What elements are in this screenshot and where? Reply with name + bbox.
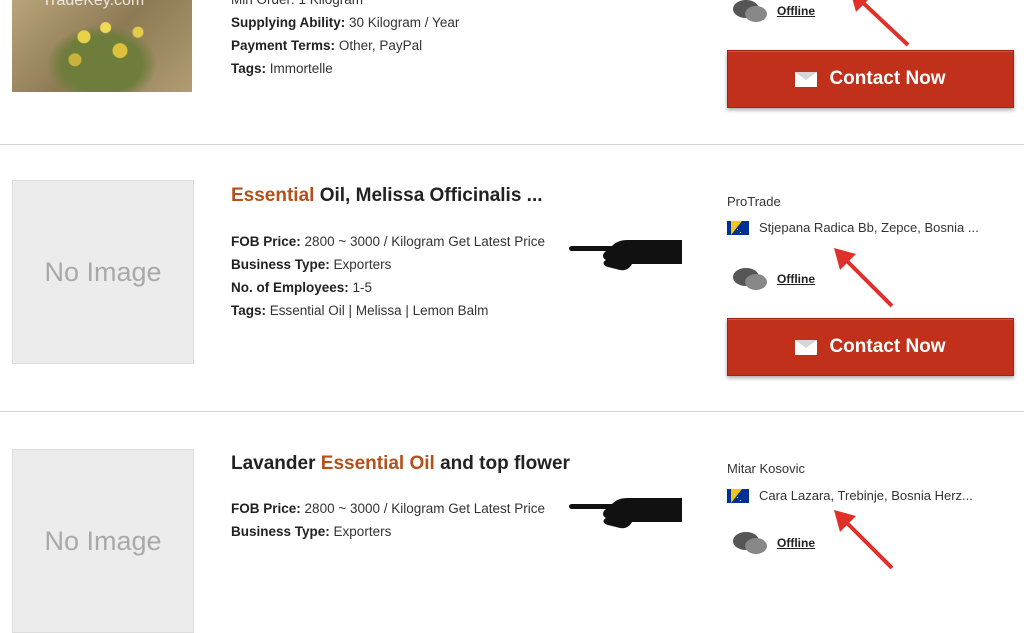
no-image-placeholder[interactable]: No Image: [12, 180, 194, 364]
no-image-placeholder[interactable]: No Image: [12, 449, 194, 633]
supplier-name[interactable]: ProTrade: [727, 194, 781, 209]
red-arrow-icon: [834, 510, 894, 570]
chat-bubbles-icon: [733, 0, 771, 24]
tags-value[interactable]: Immortelle: [270, 61, 333, 76]
chat-bubbles-icon: [733, 266, 771, 292]
pointing-hand-icon: [569, 240, 682, 271]
fob-value[interactable]: 2800 ~ 3000 / Kilogram Get Latest Price: [305, 234, 546, 249]
payment-value: Other, PayPal: [338, 38, 423, 53]
title-rest: Oil, Melissa Officinalis ...: [314, 185, 543, 206]
business-label: Business Type:: [231, 257, 330, 272]
title-post: and top flower: [434, 453, 570, 474]
status-label[interactable]: Offline: [777, 536, 815, 550]
contact-label: Contact Now: [829, 336, 946, 357]
business-value: Exporters: [333, 524, 392, 539]
title-pre: Lavander: [231, 453, 321, 474]
business-type-row: Business Type: Exporters: [231, 520, 545, 543]
pointing-hand-icon: [569, 498, 682, 529]
supplier-status[interactable]: Offline: [733, 0, 815, 24]
listing-divider: [0, 411, 1024, 412]
supplier-location: Cara Lazara, Trebinje, Bosnia Herz...: [727, 488, 973, 503]
title-highlight: Essential Oil: [320, 453, 435, 474]
envelope-icon: [795, 71, 818, 87]
contact-now-button[interactable]: Contact Now: [727, 318, 1014, 376]
supplier-status[interactable]: Offline: [733, 266, 815, 292]
employees-value: 1-5: [352, 280, 373, 295]
product-title[interactable]: Essential Oil, Melissa Officinalis ...: [231, 185, 543, 207]
business-value: Exporters: [333, 257, 392, 272]
supplier-location: Stjepana Radica Bb, Zepce, Bosnia ...: [727, 220, 979, 235]
red-arrow-icon: [852, 0, 910, 47]
tags-value[interactable]: Essential Oil | Melissa | Lemon Balm: [270, 303, 489, 318]
location-text: Stjepana Radica Bb, Zepce, Bosnia ...: [759, 220, 979, 235]
envelope-icon: [795, 339, 818, 355]
min-order-row: Min Order: 1 Kilogram: [231, 0, 459, 11]
bosnia-flag-icon: [727, 220, 749, 235]
image-watermark: TradeKey.com: [42, 0, 145, 9]
business-type-row: Business Type: Exporters: [231, 253, 545, 276]
product-meta: FOB Price: 2800 ~ 3000 / Kilogram Get La…: [231, 230, 545, 322]
product-title[interactable]: Lavander Essential Oil and top flower: [231, 453, 570, 475]
tags-row: Tags: Immortelle: [231, 57, 459, 80]
tags-row: Tags: Essential Oil | Melissa | Lemon Ba…: [231, 299, 545, 322]
payment-terms-row: Payment Terms: Other, PayPal: [231, 34, 459, 57]
fob-price-row: FOB Price: 2800 ~ 3000 / Kilogram Get La…: [231, 230, 545, 253]
product-image[interactable]: TradeKey.com: [12, 0, 192, 92]
listing-divider: [0, 144, 1024, 145]
tags-label: Tags:: [231, 303, 267, 318]
fob-label: FOB Price:: [231, 501, 301, 516]
business-label: Business Type:: [231, 524, 330, 539]
status-label[interactable]: Offline: [777, 4, 815, 18]
bosnia-flag-icon: [727, 488, 749, 503]
fob-price-row: FOB Price: 2800 ~ 3000 / Kilogram Get La…: [231, 497, 545, 520]
supplier-name[interactable]: Mitar Kosovic: [727, 461, 805, 476]
payment-label: Payment Terms:: [231, 38, 336, 53]
fob-value[interactable]: 2800 ~ 3000 / Kilogram Get Latest Price: [305, 501, 546, 516]
location-text: Cara Lazara, Trebinje, Bosnia Herz...: [759, 488, 973, 503]
supply-ability-row: Supplying Ability: 30 Kilogram / Year: [231, 11, 459, 34]
red-arrow-icon: [834, 248, 894, 308]
title-highlight: Essential: [231, 185, 315, 206]
supply-label: Supplying Ability:: [231, 15, 346, 30]
status-label[interactable]: Offline: [777, 272, 815, 286]
contact-now-button[interactable]: Contact Now: [727, 50, 1014, 108]
supplier-status[interactable]: Offline: [733, 530, 815, 556]
chat-bubbles-icon: [733, 530, 771, 556]
employees-label: No. of Employees:: [231, 280, 349, 295]
product-meta: FOB Price: 2800 ~ 3000 / Kilogram Get La…: [231, 497, 545, 543]
fob-label: FOB Price:: [231, 234, 301, 249]
product-meta: Min Order: 1 Kilogram Supplying Ability:…: [231, 0, 459, 80]
tags-label: Tags:: [231, 61, 267, 76]
employees-row: No. of Employees: 1-5: [231, 276, 545, 299]
supply-value: 30 Kilogram / Year: [349, 15, 460, 30]
contact-label: Contact Now: [829, 68, 946, 89]
